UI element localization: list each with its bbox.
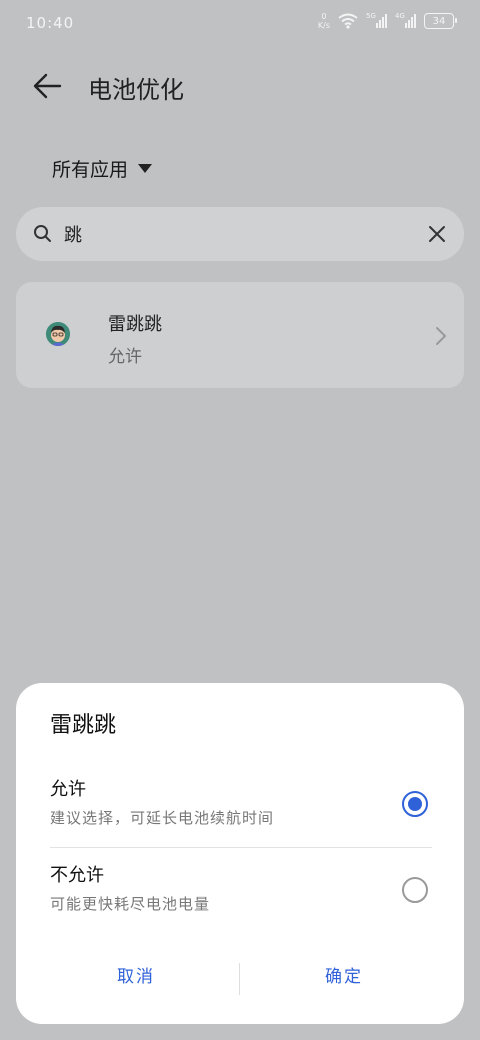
net-speed-value: 0 [321, 12, 327, 21]
battery-option-dialog: 雷跳跳 允许 建议选择，可延长电池续航时间 不允许 可能更快耗尽电池电量 取消 … [16, 683, 464, 1024]
signal-icon-sim2: 4G [395, 12, 416, 28]
search-input[interactable] [64, 219, 424, 249]
option-title: 允许 [50, 779, 86, 800]
sim2-label: 4G [395, 12, 405, 20]
dropdown-triangle-icon [138, 164, 153, 173]
option-title: 不允许 [50, 865, 104, 886]
app-status: 允许 [108, 347, 142, 367]
chevron-right-icon [436, 327, 446, 345]
confirm-button[interactable]: 确定 [254, 955, 434, 999]
app-avatar-icon [46, 322, 70, 346]
option-description: 可能更快耗尽电池电量 [50, 895, 211, 913]
search-icon [34, 225, 51, 242]
battery-level: 34 [432, 15, 446, 27]
option-disallow[interactable]: 不允许 可能更快耗尽电池电量 [16, 861, 464, 941]
app-name: 雷跳跳 [108, 314, 162, 335]
net-speed: 0 K/s [318, 12, 330, 30]
app-list-item[interactable]: 雷跳跳 允许 [16, 282, 464, 388]
cancel-button[interactable]: 取消 [46, 955, 226, 999]
wifi-icon [338, 13, 358, 29]
search-box[interactable] [16, 207, 464, 261]
dialog-title: 雷跳跳 [50, 713, 117, 738]
battery-icon: 34 [424, 13, 457, 29]
header: 电池优化 [0, 60, 480, 110]
net-speed-unit: K/s [317, 21, 330, 30]
back-button[interactable] [30, 68, 66, 104]
signal-icon-sim1: 5G [366, 12, 387, 28]
option-description: 建议选择，可延长电池续航时间 [50, 809, 275, 827]
radio-unselected-icon[interactable] [402, 877, 428, 903]
radio-selected-icon[interactable] [402, 791, 428, 817]
clear-icon[interactable] [426, 223, 448, 245]
divider [50, 847, 432, 848]
status-time: 10:40 [26, 14, 75, 32]
filter-label: 所有应用 [52, 159, 129, 181]
status-icons: 0 K/s 5G 4G 34 [318, 12, 457, 30]
app-filter-dropdown[interactable]: 所有应用 [52, 155, 153, 182]
sim1-label: 5G [366, 12, 376, 20]
button-divider [239, 963, 240, 995]
back-arrow-icon [33, 73, 62, 99]
status-bar: 10:40 0 K/s 5G 4G 34 [0, 0, 480, 48]
option-allow[interactable]: 允许 建议选择，可延长电池续航时间 [16, 775, 464, 855]
page-title: 电池优化 [88, 76, 184, 104]
